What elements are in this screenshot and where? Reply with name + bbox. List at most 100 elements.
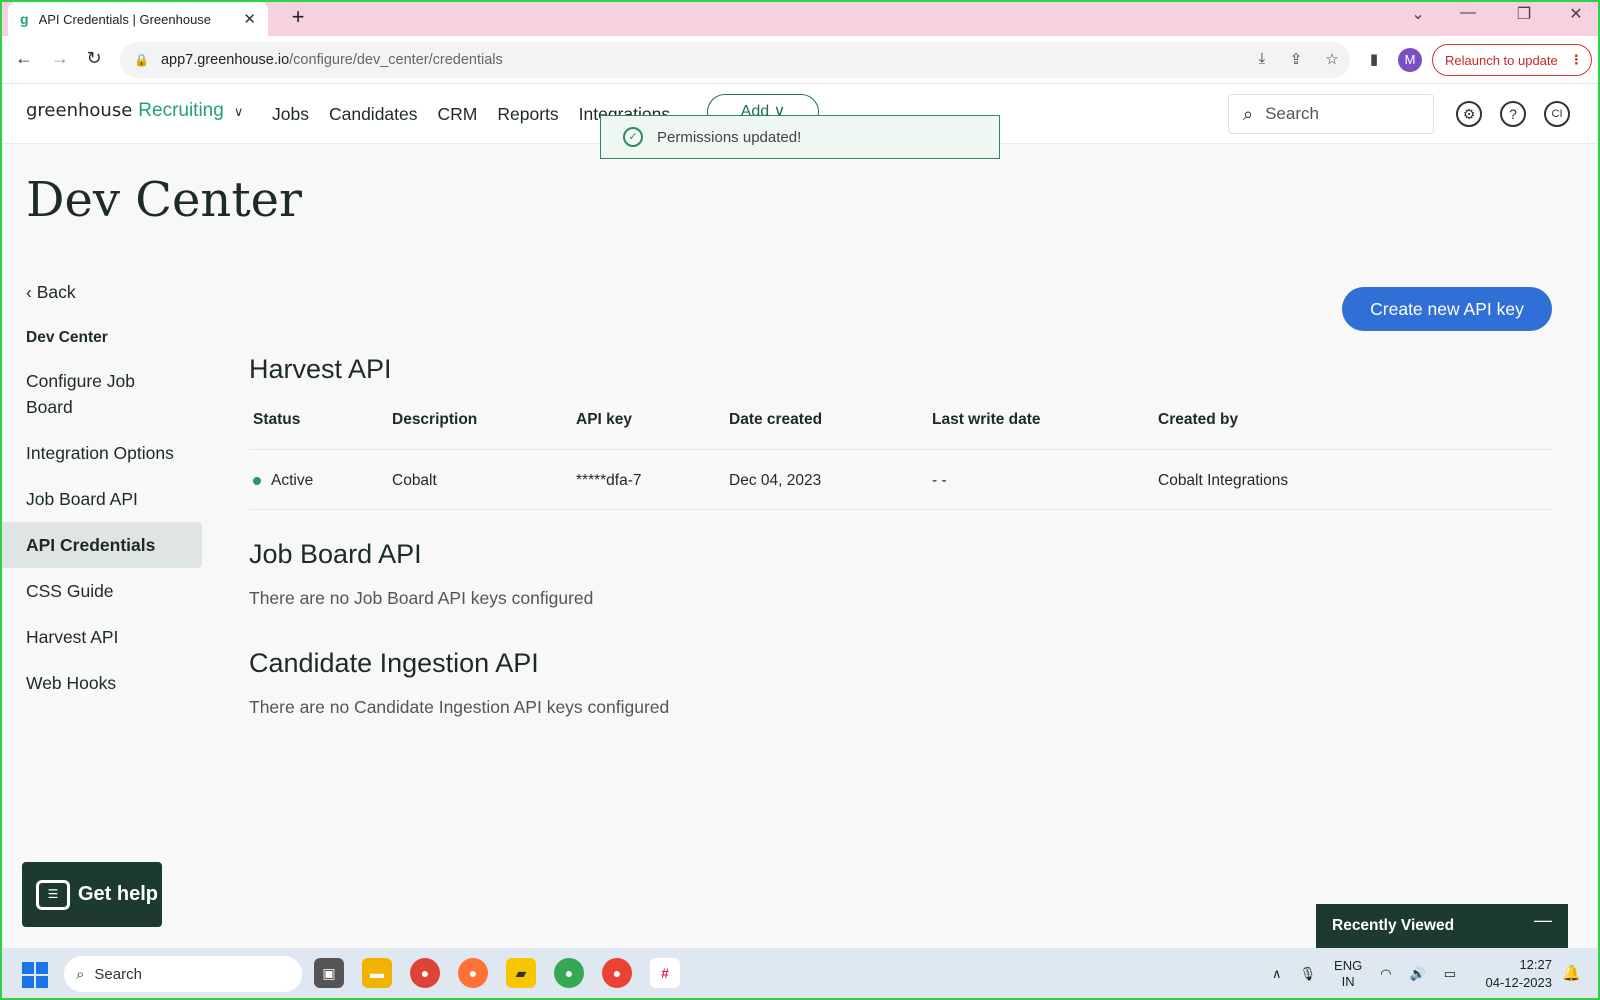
created-by-cell: Cobalt Integrations xyxy=(1158,472,1289,489)
sidebar-item-web-hooks[interactable]: Web Hooks xyxy=(0,660,202,706)
more-menu-icon[interactable]: ⋮ xyxy=(1570,52,1583,68)
lang-bottom: IN xyxy=(1341,974,1355,989)
recently-viewed-panel[interactable]: Recently Viewed — xyxy=(1316,904,1568,948)
microphone-icon[interactable]: 🎙 xyxy=(1300,966,1317,982)
sidebar-item-configure-job-board[interactable]: Configure Job Board xyxy=(0,358,202,430)
job-board-api-heading: Job Board API xyxy=(249,539,422,569)
side-panel-icon[interactable]: ▮ xyxy=(1362,50,1386,68)
column-header-last-write-date: Last write date xyxy=(932,411,1041,428)
back-arrow-icon[interactable]: ← xyxy=(12,48,36,69)
nav-jobs[interactable]: Jobs xyxy=(272,104,309,125)
forward-arrow-icon[interactable]: → xyxy=(48,48,72,69)
volume-icon[interactable]: 🔊 xyxy=(1410,966,1426,982)
taskbar-search-placeholder: Search xyxy=(94,965,142,983)
lock-icon: 🔒 xyxy=(134,53,149,67)
column-header-date-created: Date created xyxy=(729,411,823,428)
column-header-api-key: API key xyxy=(576,411,633,428)
candidate-ingestion-empty-message: There are no Candidate Ingestion API key… xyxy=(249,697,670,717)
create-api-key-button[interactable]: Create new API key xyxy=(1342,287,1552,331)
relaunch-label: Relaunch to update xyxy=(1445,52,1558,68)
description-cell: Cobalt xyxy=(392,472,437,489)
profile-avatar[interactable]: M xyxy=(1398,48,1422,72)
chrome-icon[interactable]: ● xyxy=(410,958,440,988)
system-tray: ∧ 🎙 ENG IN ◠ 🔊 ▭ xyxy=(1272,958,1456,990)
settings-gear-icon[interactable]: ⚙ xyxy=(1456,101,1482,127)
url-path: /configure/dev_center/credentials xyxy=(289,52,503,68)
chevron-left-icon: ‹ xyxy=(26,282,37,302)
close-tab-icon[interactable]: ✕ xyxy=(243,10,256,28)
tab-title: API Credentials | Greenhouse xyxy=(38,11,212,27)
status-cell: Active xyxy=(253,450,313,512)
minimize-panel-icon[interactable]: — xyxy=(1534,910,1552,931)
clock-date: 04-12-2023 xyxy=(1485,975,1553,990)
recently-viewed-label: Recently Viewed xyxy=(1332,917,1455,934)
reload-icon[interactable]: ↻ xyxy=(82,48,106,69)
nav-reports[interactable]: Reports xyxy=(497,104,558,125)
candidate-ingestion-api-heading: Candidate Ingestion API xyxy=(249,648,539,678)
wifi-icon[interactable]: ◠ xyxy=(1380,966,1391,982)
nav-candidates[interactable]: Candidates xyxy=(329,104,418,125)
sidebar-item-css-guide[interactable]: CSS Guide xyxy=(0,568,202,614)
sidebar-heading: Dev Center xyxy=(26,329,108,346)
api-key-cell: *****dfa-7 xyxy=(576,472,642,489)
browser-tab[interactable]: g API Credentials | Greenhouse ✕ xyxy=(8,2,268,36)
close-window-icon[interactable]: ✕ xyxy=(1556,4,1596,24)
install-icon[interactable]: ⤓ xyxy=(1250,50,1274,67)
harvest-api-table: Status Description API key Date created … xyxy=(249,400,1553,510)
share-icon[interactable]: ⇪ xyxy=(1284,50,1308,68)
show-hidden-icons-icon[interactable]: ∧ xyxy=(1272,966,1282,982)
slack-icon[interactable]: # xyxy=(650,958,680,988)
search-placeholder: Search xyxy=(1265,104,1319,123)
file-explorer-icon[interactable]: ▬ xyxy=(362,958,392,988)
nav-crm[interactable]: CRM xyxy=(438,104,478,125)
address-bar[interactable]: 🔒 app7.greenhouse.io/configure/dev_cente… xyxy=(120,42,1350,78)
browser-toolbar: ← → ↻ 🔒 app7.greenhouse.io/configure/dev… xyxy=(0,36,1600,84)
greenhouse-logo[interactable]: greenhouse Recruiting ∨ xyxy=(26,100,243,122)
sidebar-item-api-credentials[interactable]: API Credentials xyxy=(0,522,202,568)
chrome-profile-m2-icon[interactable]: ● xyxy=(602,958,632,988)
harvest-api-heading: Harvest API xyxy=(249,354,392,384)
column-header-description: Description xyxy=(392,411,478,428)
sidebar-nav: Configure Job Board Integration Options … xyxy=(0,358,202,706)
url-host: app7.greenhouse.io xyxy=(160,52,290,68)
logo-product: Recruiting xyxy=(138,100,224,121)
clock-time: 12:27 xyxy=(1519,957,1552,972)
user-avatar[interactable]: CI xyxy=(1544,101,1570,127)
search-input[interactable]: ⌕ Search xyxy=(1228,94,1434,134)
sidebar-item-integration-options[interactable]: Integration Options xyxy=(0,430,202,476)
minimize-icon[interactable]: — xyxy=(1448,4,1488,22)
sidebar-item-harvest-api[interactable]: Harvest API xyxy=(0,614,202,660)
last-write-cell: - - xyxy=(932,472,947,489)
page-title: Dev Center xyxy=(26,172,302,228)
task-view-icon[interactable]: ▣ xyxy=(314,958,344,988)
windows-start-icon[interactable] xyxy=(22,962,48,988)
chevron-down-icon: ∨ xyxy=(233,104,244,119)
clock[interactable]: 12:27 04-12-2023 xyxy=(1482,956,1553,992)
sidebar-item-job-board-api[interactable]: Job Board API xyxy=(0,476,202,522)
chat-bubble-icon: ☰ xyxy=(36,879,70,910)
bookmark-star-icon[interactable]: ☆ xyxy=(1320,50,1344,68)
table-row[interactable]: Active Cobalt *****dfa-7 Dec 04, 2023 - … xyxy=(249,450,1553,510)
taskbar-search-input[interactable]: ⌕ Search xyxy=(64,956,302,992)
search-icon: ⌕ xyxy=(1243,103,1254,124)
date-created-cell: Dec 04, 2023 xyxy=(729,472,822,489)
taskbar-search-icon: ⌕ xyxy=(76,965,85,983)
restore-icon[interactable]: ❐ xyxy=(1504,4,1544,24)
chrome-profile-m-icon[interactable]: ● xyxy=(554,958,584,988)
browser-tab-bar: g API Credentials | Greenhouse ✕ + ⌄ — ❐… xyxy=(0,0,1600,36)
success-toast: ✓ Permissions updated! xyxy=(600,115,1000,159)
firefox-icon[interactable]: ● xyxy=(458,958,488,988)
help-question-icon[interactable]: ? xyxy=(1500,101,1526,127)
language-indicator[interactable]: ENG IN xyxy=(1334,958,1362,990)
sticky-notes-icon[interactable]: ▰ xyxy=(506,958,536,988)
new-tab-icon[interactable]: + xyxy=(284,4,312,30)
job-board-empty-message: There are no Job Board API keys configur… xyxy=(249,588,594,608)
check-circle-icon: ✓ xyxy=(623,127,643,147)
notifications-icon[interactable]: 🔔 xyxy=(1562,964,1581,982)
back-label: Back xyxy=(36,282,76,302)
tab-search-chevron-icon[interactable]: ⌄ xyxy=(1398,4,1438,24)
relaunch-button[interactable]: Relaunch to update ⋮ xyxy=(1432,44,1592,76)
battery-icon[interactable]: ▭ xyxy=(1444,966,1456,982)
get-help-button[interactable]: ☰ Get help xyxy=(22,862,162,927)
back-link[interactable]: ‹ Back xyxy=(26,282,76,303)
